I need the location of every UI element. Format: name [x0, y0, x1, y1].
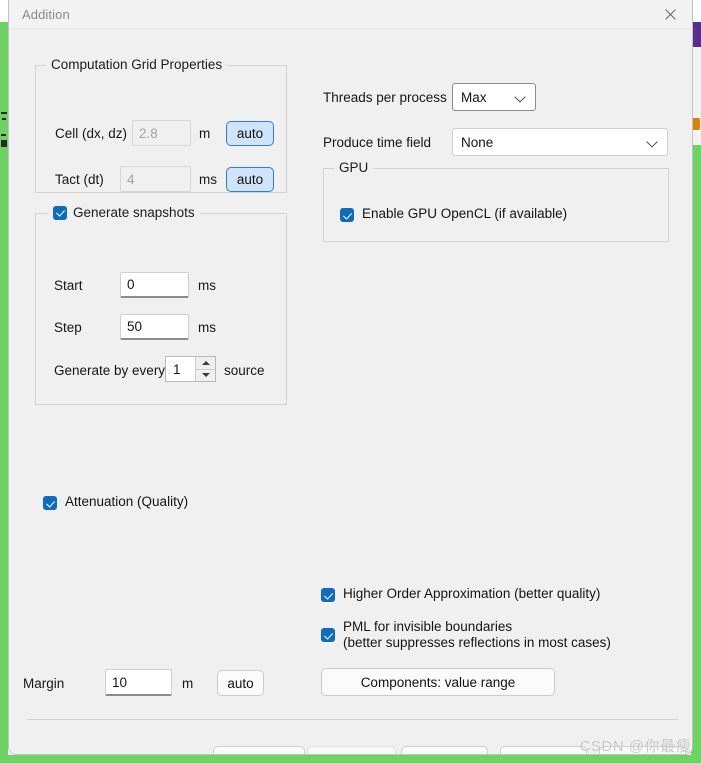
threads-per-process-value: Max — [461, 89, 487, 105]
computation-grid-properties-title: Computation Grid Properties — [46, 57, 228, 72]
pml-label-line2: (better suppresses reflections in most c… — [343, 635, 611, 650]
pml-label-block: PML for invisible boundaries (better sup… — [343, 619, 611, 651]
tact-input[interactable]: 4 — [120, 166, 191, 192]
higher-order-approximation-checkbox[interactable] — [321, 588, 335, 602]
background-app-strip-bottom — [0, 755, 701, 763]
step-unit-label: ms — [198, 320, 216, 335]
pml-checkbox-row[interactable]: PML for invisible boundaries (better sup… — [321, 619, 611, 651]
generate-by-every-unit-label: source — [224, 363, 265, 378]
threads-per-process-select[interactable]: Max — [452, 83, 536, 111]
gpu-group-title: GPU — [334, 160, 374, 175]
tact-unit-label: ms — [199, 172, 217, 187]
produce-time-field-select[interactable]: None — [452, 128, 668, 156]
tact-label: Tact (dt) — [55, 172, 104, 187]
title-bar: Addition — [9, 0, 692, 29]
addition-dialog: Addition Computation Grid Properties Cel… — [8, 0, 693, 755]
margin-input[interactable]: 10 — [105, 669, 172, 696]
start-unit-label: ms — [198, 278, 216, 293]
produce-time-field-value: None — [461, 134, 494, 150]
produce-time-field-label: Produce time field — [323, 135, 432, 150]
generate-by-every-value[interactable]: 1 — [166, 357, 196, 381]
background-app-indicator-icon — [692, 118, 700, 130]
enable-gpu-opencl-label: Enable GPU OpenCL (if available) — [362, 206, 568, 221]
generate-by-every-label: Generate by every — [54, 363, 166, 378]
generate-by-every-stepper[interactable]: 1 — [165, 356, 216, 382]
stepper-up-icon[interactable] — [196, 357, 215, 369]
cell-auto-button[interactable]: auto — [226, 121, 274, 146]
stepper-buttons[interactable] — [196, 357, 215, 381]
close-icon[interactable] — [648, 0, 692, 28]
tact-auto-button[interactable]: auto — [226, 167, 274, 192]
generate-snapshots-label: Generate snapshots — [73, 205, 195, 220]
margin-unit-label: m — [182, 676, 194, 691]
enable-gpu-opencl-checkbox-row[interactable]: Enable GPU OpenCL (if available) — [340, 206, 567, 222]
next-button: 下一页(N) > — [307, 746, 396, 754]
background-app-marks — [0, 60, 8, 170]
footer-separator — [27, 719, 678, 720]
threads-per-process-label: Threads per process — [323, 90, 447, 105]
cancel-button[interactable]: 取消 — [500, 746, 587, 754]
generate-snapshots-title-row[interactable]: Generate snapshots — [48, 205, 200, 220]
back-button[interactable]: < 上一步(B) — [213, 746, 305, 754]
cell-unit-label: m — [199, 126, 211, 141]
attenuation-checkbox-row[interactable]: Attenuation (Quality) — [43, 494, 188, 510]
pml-label-line1: PML for invisible boundaries — [343, 619, 513, 634]
step-label: Step — [54, 320, 82, 335]
margin-label: Margin — [23, 676, 65, 691]
margin-auto-button[interactable]: auto — [217, 670, 264, 696]
cell-input[interactable]: 2.8 — [132, 120, 191, 146]
chevron-down-icon — [515, 91, 527, 103]
attenuation-checkbox[interactable] — [43, 496, 57, 510]
pml-checkbox[interactable] — [321, 628, 335, 642]
enable-gpu-opencl-checkbox[interactable] — [340, 208, 354, 222]
higher-order-approximation-checkbox-row[interactable]: Higher Order Approximation (better quali… — [321, 586, 600, 602]
stepper-down-icon[interactable] — [196, 368, 215, 382]
higher-order-approximation-label: Higher Order Approximation (better quali… — [343, 586, 601, 601]
attenuation-label: Attenuation (Quality) — [65, 494, 189, 509]
gpu-group: GPU — [323, 160, 669, 242]
generate-snapshots-checkbox[interactable] — [53, 205, 67, 220]
start-label: Start — [54, 278, 83, 293]
components-value-range-button[interactable]: Components: value range — [321, 668, 555, 696]
window-title: Addition — [22, 6, 70, 22]
step-input[interactable]: 50 — [120, 314, 189, 340]
csdn-watermark: CSDN @你最瘦 — [579, 738, 691, 755]
start-input[interactable]: 0 — [120, 272, 189, 298]
cell-label: Cell (dx, dz) — [55, 126, 128, 141]
finish-button[interactable]: 完成 — [401, 746, 488, 754]
dialog-content: Computation Grid Properties Cell (dx, dz… — [9, 29, 692, 754]
chevron-down-icon — [647, 136, 659, 148]
